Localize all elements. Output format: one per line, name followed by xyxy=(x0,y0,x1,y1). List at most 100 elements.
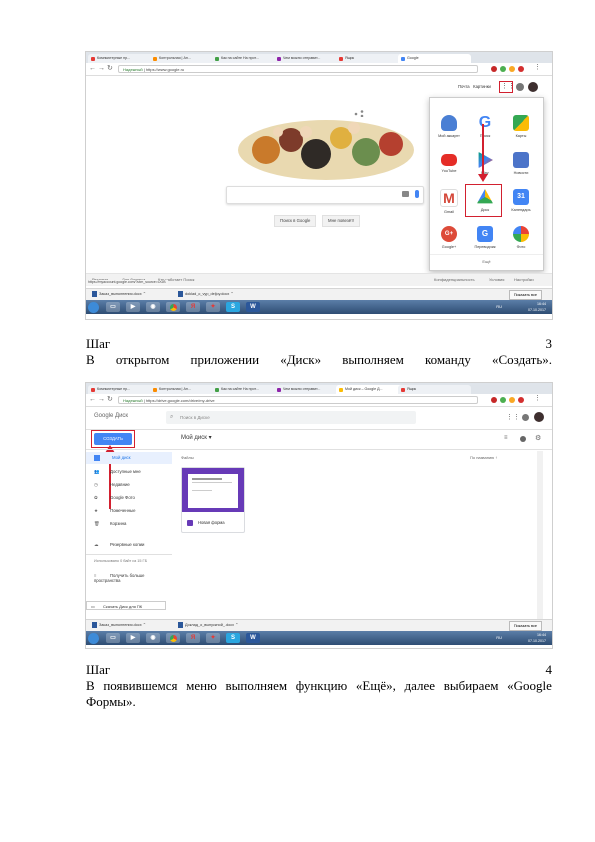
tray-language[interactable]: RU xyxy=(496,635,502,640)
app-maps[interactable]: Карты xyxy=(504,115,538,138)
extension-icon[interactable] xyxy=(509,66,515,72)
tray-clock[interactable]: 16:44 07.10.2017 xyxy=(528,632,546,644)
notifications-icon[interactable] xyxy=(522,414,529,421)
footer-privacy-link[interactable]: Конфиденциальность xyxy=(434,274,475,286)
tray-clock[interactable]: 16:44 07.10.2017 xyxy=(528,301,546,313)
extension-icon[interactable] xyxy=(500,66,506,72)
taskbar-explorer-icon[interactable]: ▭ xyxy=(106,302,120,312)
list-view-icon[interactable]: ≡ xyxy=(504,435,508,441)
app-photos[interactable]: Фото xyxy=(504,226,538,249)
drive-search-input[interactable]: ⌕ Поиск в Диске xyxy=(166,411,416,424)
more-storage-link[interactable]: ≡ Получить больше пространства xyxy=(94,573,170,583)
google-doodle[interactable] xyxy=(236,110,416,182)
keyboard-icon[interactable] xyxy=(402,191,409,197)
extension-icon[interactable] xyxy=(491,397,497,403)
show-all-button[interactable]: Показать все xyxy=(508,290,542,300)
avatar[interactable] xyxy=(534,412,544,422)
images-link[interactable]: Картинки xyxy=(473,84,491,89)
sidebar-item-recent[interactable]: ◷ Недавние xyxy=(94,482,130,488)
microphone-icon[interactable] xyxy=(415,190,419,198)
app-search[interactable]: G Поиск xyxy=(468,115,502,138)
menu-icon[interactable]: ⋮ xyxy=(534,394,541,404)
start-button[interactable] xyxy=(88,301,99,313)
app-gmail[interactable]: M Gmail xyxy=(432,189,466,214)
word: выполняем xyxy=(225,678,288,693)
apps-grid-icon[interactable]: ⋮⋮ xyxy=(506,413,520,421)
taskbar-app-icon[interactable]: ◉ xyxy=(146,633,160,643)
drive-logo[interactable]: Google Диск xyxy=(94,413,128,419)
download-item[interactable]: Заказ_выполнения.docx ⌃ xyxy=(92,622,146,629)
share-icon[interactable] xyxy=(354,104,364,118)
taskbar-chrome-icon[interactable] xyxy=(166,633,180,643)
back-icon[interactable]: ← xyxy=(89,64,96,74)
sidebar-item-photos[interactable]: ✿ Google Фото xyxy=(94,495,135,501)
apps-more-link[interactable]: Ещё xyxy=(430,254,543,269)
forward-icon[interactable]: → xyxy=(98,395,105,405)
avatar[interactable] xyxy=(528,82,538,92)
taskbar-skype-icon[interactable]: S xyxy=(226,633,240,643)
taskbar-app-icon[interactable]: ✦ xyxy=(206,302,220,312)
notifications-icon[interactable] xyxy=(516,83,524,91)
taskbar-word-icon[interactable]: W xyxy=(246,633,260,643)
taskbar-media-icon[interactable]: ▶ xyxy=(126,633,140,643)
start-button[interactable] xyxy=(88,632,99,644)
footer-terms-link[interactable]: Условия xyxy=(489,274,504,286)
taskbar-media-icon[interactable]: ▶ xyxy=(126,302,140,312)
reload-icon[interactable]: ↻ xyxy=(107,395,113,405)
lucky-button[interactable]: Мне повезёт! xyxy=(322,215,361,227)
tray-language[interactable]: RU xyxy=(496,304,502,309)
file-card[interactable]: Новая форма xyxy=(181,467,245,533)
url-input[interactable]: Надежный | https://drive.google.com/driv… xyxy=(118,396,478,404)
mail-link[interactable]: Почта xyxy=(458,84,470,89)
footer-settings-link[interactable]: Настройки xyxy=(514,274,534,286)
forward-icon[interactable]: → xyxy=(98,64,105,74)
taskbar-word-icon[interactable]: W xyxy=(246,302,260,312)
download-item[interactable]: Доклад_о_выпускной_.docx ⌃ xyxy=(178,622,238,629)
sidebar-item-shared[interactable]: 👥 Доступные мне xyxy=(94,469,141,475)
word: В xyxy=(86,678,95,693)
info-icon[interactable] xyxy=(520,436,526,442)
show-all-button[interactable]: Показать все xyxy=(508,621,542,631)
taskbar-app-icon[interactable]: ✦ xyxy=(206,633,220,643)
taskbar-app-icon[interactable]: ◉ xyxy=(146,302,160,312)
sidebar-item-backups[interactable]: ☁ Резервные копии xyxy=(94,542,144,548)
download-item[interactable]: doklad_o_vyp_deljoy.docx ⌃ xyxy=(178,291,234,298)
back-icon[interactable]: ← xyxy=(89,395,96,405)
extension-icon[interactable] xyxy=(518,397,524,403)
extension-icon[interactable] xyxy=(500,397,506,403)
google-search-button[interactable]: Поиск в Google xyxy=(274,215,317,227)
extension-icon[interactable] xyxy=(491,66,497,72)
app-youtube[interactable]: YouTube xyxy=(432,152,466,173)
menu-icon[interactable]: ⋮ xyxy=(534,63,541,73)
sidebar-item-starred[interactable]: ★ Помеченные xyxy=(94,508,136,514)
browser-tab[interactable]: Ящик xyxy=(398,385,471,394)
reload-icon[interactable]: ↻ xyxy=(107,64,113,74)
app-google-plus[interactable]: G+ Google+ xyxy=(432,226,466,249)
taskbar-yandex-icon[interactable]: Я xyxy=(186,633,200,643)
app-play[interactable]: Play xyxy=(468,152,502,175)
download-drive-pc[interactable]: ▭ Скачать Диск для ПК xyxy=(86,601,166,610)
sidebar-item-trash[interactable]: 🗑 Корзина xyxy=(94,521,126,527)
step-4-heading: Шаг 4 xyxy=(86,662,552,678)
taskbar-yandex-icon[interactable]: Я xyxy=(186,302,200,312)
extension-icon[interactable] xyxy=(518,66,524,72)
app-calendar[interactable]: 31 Календарь xyxy=(504,189,538,212)
sidebar-item-my-drive[interactable]: Мой диск xyxy=(86,452,172,464)
sort-dropdown[interactable]: По названию ↑ xyxy=(470,455,497,460)
app-my-account[interactable]: Мой аккаунт xyxy=(432,115,466,138)
my-drive-title[interactable]: Мой диск ▾ xyxy=(181,434,212,441)
taskbar-chrome-icon[interactable] xyxy=(166,302,180,312)
url-input[interactable]: Надежный | https://www.google.ru xyxy=(118,65,478,73)
extension-icon[interactable] xyxy=(509,397,515,403)
browser-tab-active[interactable]: Google xyxy=(398,54,471,63)
taskbar-explorer-icon[interactable]: ▭ xyxy=(106,633,120,643)
app-news[interactable]: Новости xyxy=(504,152,538,175)
app-translate[interactable]: G Переводчик xyxy=(468,226,502,249)
scrollbar[interactable] xyxy=(537,451,543,619)
settings-icon[interactable]: ⚙ xyxy=(535,434,541,442)
taskbar-skype-icon[interactable]: S xyxy=(226,302,240,312)
search-input[interactable] xyxy=(226,186,424,204)
download-item[interactable]: Заказ_выполнения.docx ⌃ xyxy=(92,291,146,298)
downloads-bar: Заказ_выполнения.docx ⌃ doklad_o_vyp_del… xyxy=(86,288,552,300)
youtube-icon xyxy=(441,154,457,166)
